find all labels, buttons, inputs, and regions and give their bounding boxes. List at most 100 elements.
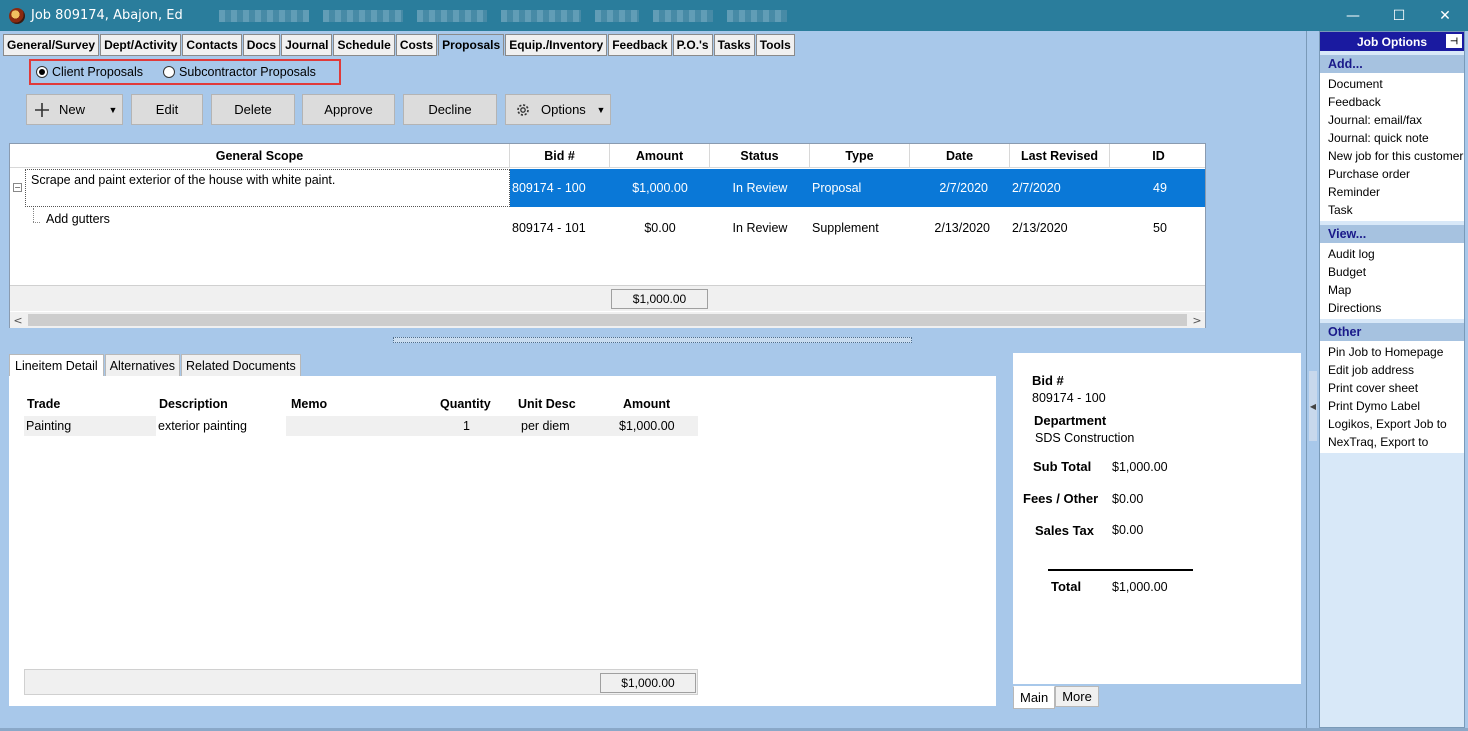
pin-icon[interactable]: ⊣: [1446, 34, 1462, 48]
col-status[interactable]: Status: [710, 144, 810, 168]
tab-tasks[interactable]: Tasks: [713, 34, 755, 56]
radio-selected-icon[interactable]: [36, 66, 48, 78]
option-nextraq-export[interactable]: NexTraq, Export to: [1320, 433, 1464, 451]
client-proposals-radio[interactable]: Client Proposals: [36, 65, 143, 79]
delete-button[interactable]: Delete: [211, 94, 295, 125]
option-document[interactable]: Document: [1320, 75, 1464, 93]
tab-equip-inventory[interactable]: Equip./Inventory: [505, 34, 608, 56]
lineitem-footer: $1,000.00: [24, 669, 698, 695]
radio-unselected-icon[interactable]: [163, 66, 176, 78]
table-row[interactable]: − Scrape and paint exterior of the house…: [10, 169, 1205, 207]
date-cell: 2/7/2020: [939, 181, 988, 195]
tab-tools[interactable]: Tools: [755, 34, 795, 56]
edit-button[interactable]: Edit: [131, 94, 203, 125]
table-row[interactable]: Painting exterior painting 1 per diem $1…: [24, 416, 698, 436]
option-task[interactable]: Task: [1320, 201, 1464, 219]
lineitem-total: $1,000.00: [600, 673, 696, 693]
option-print-cover[interactable]: Print cover sheet: [1320, 379, 1464, 397]
tab-dept-activity[interactable]: Dept/Activity: [100, 34, 182, 56]
option-logikos-export[interactable]: Logikos, Export Job to: [1320, 415, 1464, 433]
col-date[interactable]: Date: [910, 144, 1010, 168]
job-tabs: General/Survey Dept/Activity Contacts Do…: [3, 34, 796, 56]
option-purchase-order[interactable]: Purchase order: [1320, 165, 1464, 183]
option-feedback[interactable]: Feedback: [1320, 93, 1464, 111]
scrollbar-thumb[interactable]: [28, 314, 1187, 326]
maximize-button[interactable]: ☐: [1376, 0, 1422, 31]
col-amount[interactable]: Amount: [610, 144, 710, 168]
col-id[interactable]: ID: [1110, 144, 1207, 168]
option-audit-log[interactable]: Audit log: [1320, 245, 1464, 263]
chevron-left-icon[interactable]: ◀: [1309, 371, 1317, 441]
tab-lineitem-detail[interactable]: Lineitem Detail: [9, 354, 104, 378]
new-button[interactable]: New ▼: [26, 94, 123, 125]
view-list: Audit log Budget Map Directions: [1320, 243, 1464, 319]
scroll-right-icon[interactable]: >: [1189, 312, 1205, 328]
option-new-job[interactable]: New job for this customer: [1320, 147, 1464, 165]
option-journal-email[interactable]: Journal: email/fax: [1320, 111, 1464, 129]
summary-panel: Bid # 809174 - 100 Department SDS Constr…: [1013, 353, 1301, 684]
job-options-title: Job Options: [1357, 34, 1427, 49]
option-map[interactable]: Map: [1320, 281, 1464, 299]
chevron-down-icon[interactable]: ▼: [104, 95, 122, 124]
department-value: SDS Construction: [1035, 431, 1135, 445]
subcontractor-proposals-label: Subcontractor Proposals: [179, 65, 316, 79]
department-label: Department: [1034, 413, 1107, 428]
scroll-left-icon[interactable]: <: [10, 312, 26, 328]
minimize-button[interactable]: —: [1330, 0, 1376, 31]
chevron-down-icon[interactable]: ▼: [592, 95, 610, 124]
col-amount[interactable]: Amount: [623, 394, 670, 414]
bid-label: Bid #: [1032, 373, 1064, 388]
col-bid[interactable]: Bid #: [510, 144, 610, 168]
subcontractor-proposals-radio[interactable]: Subcontractor Proposals: [163, 65, 316, 79]
proposal-type-group: Client Proposals Subcontractor Proposals: [29, 59, 341, 85]
tab-general-survey[interactable]: General/Survey: [3, 34, 100, 56]
tab-feedback[interactable]: Feedback: [608, 34, 672, 56]
tab-docs[interactable]: Docs: [242, 34, 281, 56]
subtotal-value: $1,000.00: [1112, 460, 1168, 474]
option-journal-note[interactable]: Journal: quick note: [1320, 129, 1464, 147]
horizontal-scrollbar[interactable]: < >: [10, 312, 1205, 328]
decline-button[interactable]: Decline: [403, 94, 497, 125]
redacted-title-info: [218, 9, 787, 22]
col-type[interactable]: Type: [810, 144, 910, 168]
options-button[interactable]: Options ▼: [505, 94, 611, 125]
unit-cell: per diem: [521, 419, 570, 433]
window-title: Job 809174, Abajon, Ed: [31, 8, 183, 23]
option-reminder[interactable]: Reminder: [1320, 183, 1464, 201]
tab-schedule[interactable]: Schedule: [333, 34, 395, 56]
panel-splitter[interactable]: [393, 337, 912, 343]
collapse-icon[interactable]: −: [13, 183, 22, 192]
col-unit-desc[interactable]: Unit Desc: [518, 394, 576, 414]
total-value: $1,000.00: [1112, 580, 1168, 594]
tab-alternatives[interactable]: Alternatives: [104, 354, 180, 377]
close-button[interactable]: ✕: [1422, 0, 1468, 31]
status-cell: In Review: [732, 181, 788, 195]
col-general-scope[interactable]: General Scope: [10, 144, 510, 168]
tab-pos[interactable]: P.O.'s: [672, 34, 713, 56]
option-pin-job[interactable]: Pin Job to Homepage: [1320, 343, 1464, 361]
app-icon: [9, 7, 25, 24]
option-print-dymo[interactable]: Print Dymo Label: [1320, 397, 1464, 415]
add-list: Document Feedback Journal: email/fax Jou…: [1320, 73, 1464, 221]
sidebar-splitter[interactable]: ◀: [1306, 31, 1319, 731]
tab-costs[interactable]: Costs: [395, 34, 438, 56]
tab-more[interactable]: More: [1055, 686, 1099, 707]
bid-cell: 809174 - 100: [512, 181, 586, 195]
tab-proposals[interactable]: Proposals: [438, 34, 505, 56]
approve-button[interactable]: Approve: [302, 94, 395, 125]
col-description[interactable]: Description: [159, 394, 228, 414]
col-last-revised[interactable]: Last Revised: [1010, 144, 1110, 168]
col-quantity[interactable]: Quantity: [440, 394, 491, 414]
col-memo[interactable]: Memo: [291, 394, 327, 414]
tab-related-documents[interactable]: Related Documents: [181, 354, 301, 377]
table-row[interactable]: Add gutters 809174 - 101 $0.00 In Review…: [10, 208, 1205, 248]
tab-main[interactable]: Main: [1013, 686, 1056, 709]
tab-journal[interactable]: Journal: [281, 34, 333, 56]
tab-contacts[interactable]: Contacts: [182, 34, 242, 56]
option-directions[interactable]: Directions: [1320, 299, 1464, 317]
option-budget[interactable]: Budget: [1320, 263, 1464, 281]
bid-value: 809174 - 100: [1032, 391, 1106, 405]
col-trade[interactable]: Trade: [27, 394, 60, 414]
job-options-panel: Job Options ⊣ Add... Document Feedback J…: [1319, 31, 1465, 728]
option-edit-address[interactable]: Edit job address: [1320, 361, 1464, 379]
